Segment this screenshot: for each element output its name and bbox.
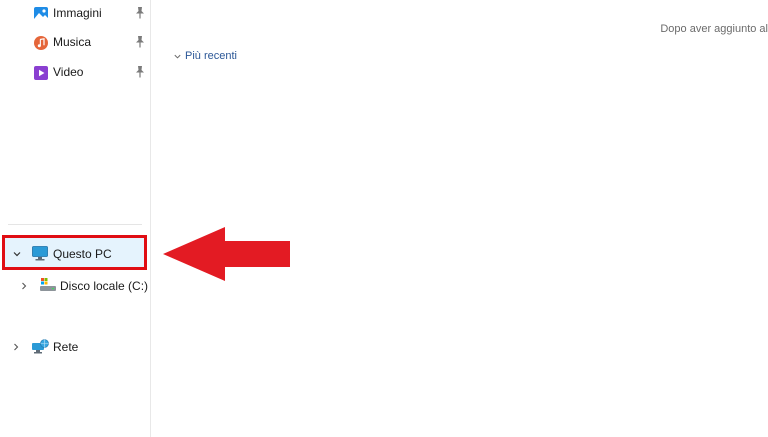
sidebar-item-network[interactable]: Rete bbox=[0, 334, 148, 360]
pictures-icon bbox=[34, 7, 48, 21]
sidebar-item-pictures[interactable]: Immagini bbox=[0, 0, 150, 28]
sidebar-item-label: Questo PC bbox=[53, 247, 112, 261]
sidebar-item-local-disk[interactable]: Disco locale (C:) bbox=[0, 273, 148, 299]
empty-state-hint: Dopo aver aggiunto al bbox=[660, 23, 768, 35]
chevron-down-icon[interactable] bbox=[12, 249, 22, 259]
pin-icon[interactable] bbox=[134, 35, 146, 49]
navigation-pane: Immagini Musica Video Questo PC Disco lo… bbox=[0, 0, 151, 437]
sidebar-item-label: Immagini bbox=[53, 6, 102, 20]
chevron-right-icon[interactable] bbox=[19, 281, 29, 291]
red-arrow-annotation bbox=[163, 227, 290, 281]
sidebar-item-label: Musica bbox=[53, 35, 92, 49]
sidebar-item-this-pc[interactable]: Questo PC bbox=[0, 241, 148, 267]
sidebar-item-label: Rete bbox=[53, 340, 79, 354]
network-icon bbox=[32, 339, 49, 354]
pin-icon[interactable] bbox=[134, 6, 146, 20]
computer-icon bbox=[32, 246, 48, 261]
sidebar-item-label: Disco locale (C:) bbox=[60, 279, 149, 293]
sidebar-item-music[interactable]: Musica bbox=[0, 29, 150, 57]
recent-header-label: Più recenti bbox=[185, 50, 237, 62]
recent-group-header[interactable]: Più recenti bbox=[173, 50, 237, 62]
drive-icon bbox=[40, 278, 56, 291]
sidebar-divider bbox=[8, 224, 142, 225]
sidebar-item-label: Video bbox=[53, 65, 84, 79]
chevron-right-icon[interactable] bbox=[11, 342, 21, 352]
chevron-down-icon bbox=[174, 54, 181, 59]
music-icon bbox=[34, 36, 48, 50]
video-icon bbox=[34, 66, 48, 80]
sidebar-item-video[interactable]: Video bbox=[0, 59, 150, 87]
pin-icon[interactable] bbox=[134, 65, 146, 79]
content-pane: Più recenti Dopo aver aggiunto al bbox=[151, 0, 768, 437]
